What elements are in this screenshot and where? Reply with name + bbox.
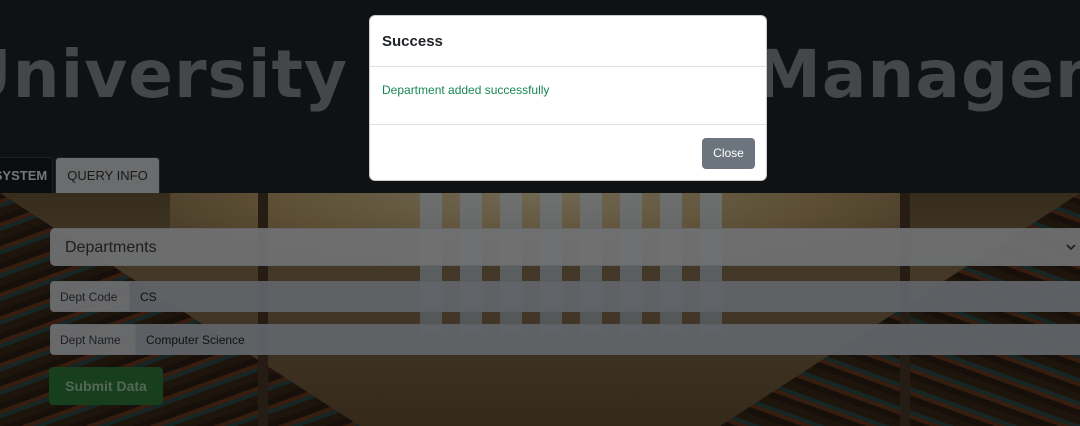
modal-header: Success	[370, 16, 766, 67]
close-button[interactable]: Close	[702, 138, 755, 169]
modal-body: Department added successfully	[370, 67, 766, 125]
success-modal: Success Department added successfully Cl…	[369, 15, 767, 181]
modal-title: Success	[382, 33, 443, 50]
success-message: Department added successfully	[382, 83, 550, 97]
